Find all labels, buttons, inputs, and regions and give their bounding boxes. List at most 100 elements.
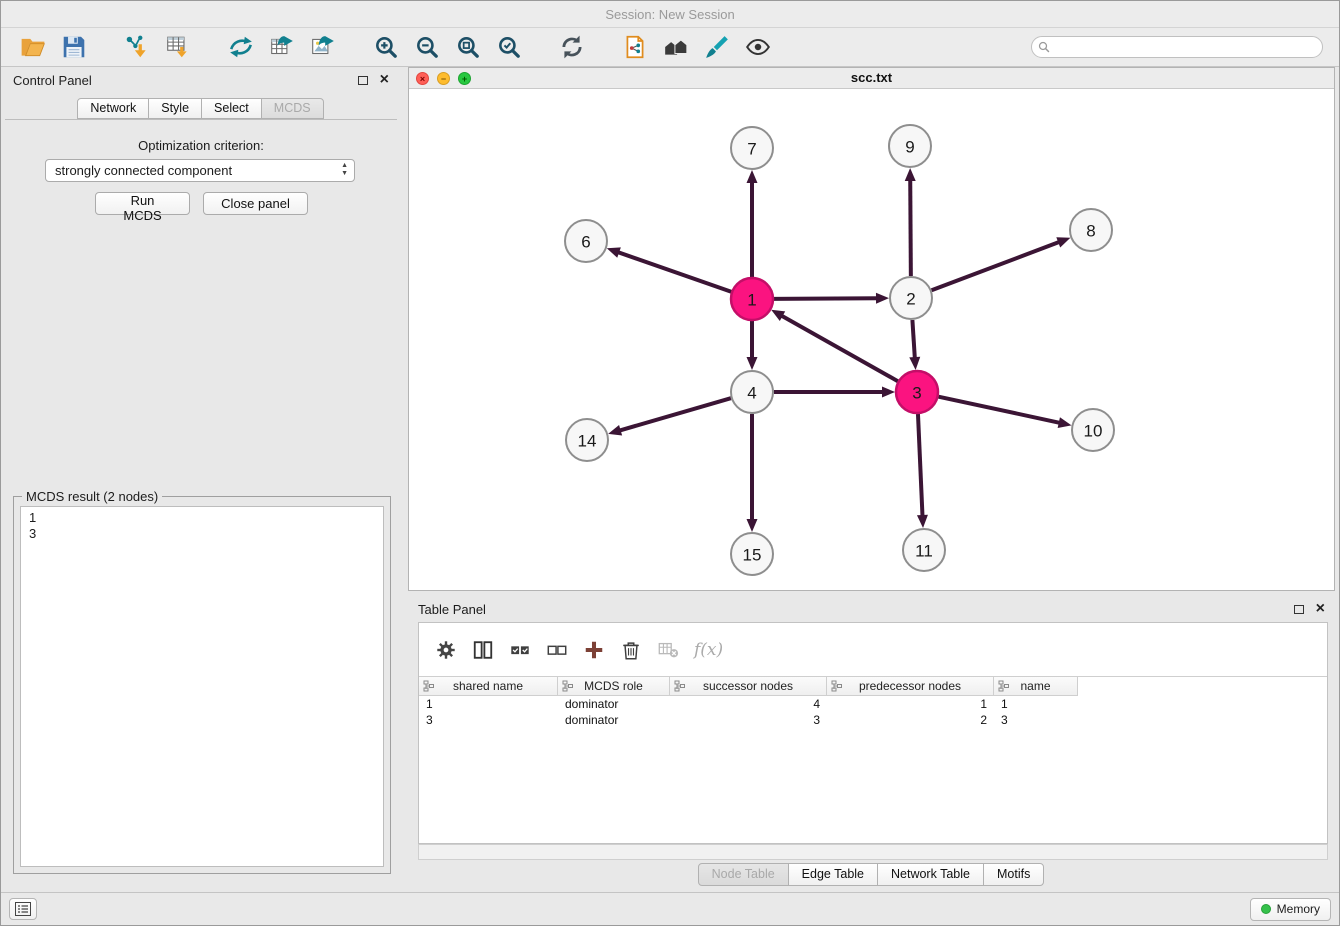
deselect-all-columns-icon[interactable]	[546, 639, 568, 661]
graph-node-10[interactable]: 10	[1072, 409, 1114, 451]
app-window: Session: New Session	[0, 0, 1340, 926]
gear-icon[interactable]	[435, 639, 457, 661]
float-panel-icon[interactable]	[358, 76, 368, 85]
edge-arrowhead-icon	[747, 170, 758, 183]
optimization-criterion-select[interactable]: strongly connected component ▲▼	[45, 159, 355, 182]
table-cell[interactable]: 1	[827, 696, 994, 712]
open-folder-button[interactable]	[17, 32, 49, 62]
graph-edge-3-1[interactable]	[781, 315, 898, 381]
graph-node-7[interactable]: 7	[731, 127, 773, 169]
graph-edge-3-11[interactable]	[918, 414, 923, 517]
tab-style[interactable]: Style	[148, 98, 202, 119]
table-cell[interactable]: 1	[419, 696, 558, 712]
tab-network[interactable]: Network	[77, 98, 149, 119]
export-image-icon	[310, 34, 336, 60]
table-cell[interactable]: dominator	[558, 712, 670, 728]
edge-arrowhead-icon	[876, 293, 889, 304]
network-window-titlebar[interactable]: × − + scc.txt	[409, 68, 1334, 89]
table-horizontal-scrollbar[interactable]	[418, 844, 1328, 860]
graph-edge-1-6[interactable]	[617, 252, 731, 292]
apply-style-button[interactable]	[701, 32, 733, 62]
graph-node-9[interactable]: 9	[889, 125, 931, 167]
close-panel-icon[interactable]: ×	[380, 73, 389, 87]
graph-edge-2-8[interactable]	[932, 242, 1061, 291]
graph-node-11[interactable]: 11	[903, 529, 945, 571]
maximize-window-icon[interactable]: +	[458, 72, 471, 85]
table-row[interactable]: 3dominator323	[419, 712, 1327, 728]
import-table-button[interactable]	[162, 32, 194, 62]
memory-button[interactable]: Memory	[1250, 898, 1331, 921]
tab-node-table[interactable]: Node Table	[698, 863, 789, 886]
add-column-icon[interactable]	[583, 639, 605, 661]
column-header-successor-nodes[interactable]: successor nodes	[670, 677, 827, 696]
table-cell[interactable]: dominator	[558, 696, 670, 712]
graph-node-6[interactable]: 6	[565, 220, 607, 262]
table-cell[interactable]: 2	[827, 712, 994, 728]
memory-label: Memory	[1277, 902, 1320, 916]
table-header-row: shared nameMCDS rolesuccessor nodesprede…	[419, 676, 1327, 696]
graph-edge-2-9[interactable]	[910, 179, 911, 276]
table-cell[interactable]: 4	[670, 696, 827, 712]
tab-edge-table[interactable]: Edge Table	[788, 863, 878, 886]
graph-edge-2-3[interactable]	[912, 320, 914, 359]
tab-select[interactable]: Select	[201, 98, 262, 119]
refresh-button[interactable]	[556, 32, 588, 62]
export-image-button[interactable]	[307, 32, 339, 62]
zoom-selected-button[interactable]	[493, 32, 525, 62]
zoom-out-icon	[414, 34, 440, 60]
tab-motifs[interactable]: Motifs	[983, 863, 1044, 886]
column-header-name[interactable]: name	[994, 677, 1078, 696]
home-button[interactable]	[660, 32, 692, 62]
open-document-button[interactable]	[619, 32, 651, 62]
network-from-selection-button[interactable]	[225, 32, 257, 62]
graph-node-2[interactable]: 2	[890, 277, 932, 319]
graph-node-14[interactable]: 14	[566, 419, 608, 461]
optimization-criterion-value: strongly connected component	[55, 163, 232, 178]
close-window-icon[interactable]: ×	[416, 72, 429, 85]
graph-node-8[interactable]: 8	[1070, 209, 1112, 251]
table-cell[interactable]: 3	[994, 712, 1078, 728]
graph-node-15[interactable]: 15	[731, 533, 773, 575]
column-header-MCDS-role[interactable]: MCDS role	[558, 677, 670, 696]
table-cell[interactable]: 3	[419, 712, 558, 728]
column-header-shared-name[interactable]: shared name	[419, 677, 558, 696]
import-network-button[interactable]	[121, 32, 153, 62]
result-line: 1	[29, 510, 375, 526]
zoom-out-button[interactable]	[411, 32, 443, 62]
tab-network-table[interactable]: Network Table	[877, 863, 984, 886]
svg-text:11: 11	[915, 542, 933, 561]
table-cell[interactable]: 1	[994, 696, 1078, 712]
column-header-predecessor-nodes[interactable]: predecessor nodes	[827, 677, 994, 696]
export-table-button[interactable]	[266, 32, 298, 62]
float-table-panel-icon[interactable]	[1294, 605, 1304, 614]
graph-node-1[interactable]: 1	[731, 278, 773, 320]
graph-node-4[interactable]: 4	[731, 371, 773, 413]
close-table-panel-icon[interactable]: ×	[1316, 602, 1325, 616]
task-history-button[interactable]	[9, 898, 37, 920]
table-row[interactable]: 1dominator411	[419, 696, 1327, 712]
delete-column-icon[interactable]	[620, 639, 642, 661]
show-graphics-details-button[interactable]	[742, 32, 774, 62]
graph-node-3[interactable]: 3	[896, 371, 938, 413]
svg-text:6: 6	[581, 233, 590, 252]
network-from-selection-icon	[228, 34, 254, 60]
show-columns-icon[interactable]	[472, 639, 494, 661]
graph-edge-3-10[interactable]	[939, 397, 1061, 423]
mcds-result-list[interactable]: 1 3	[20, 506, 384, 867]
edge-arrowhead-icon	[917, 515, 928, 528]
search-input[interactable]	[1031, 36, 1323, 58]
network-canvas[interactable]: 7 9 6 8 1 2 4 3 14 10 15 11	[409, 89, 1334, 590]
run-mcds-button[interactable]: Run MCDS	[95, 192, 190, 215]
graph-edge-1-2[interactable]	[774, 298, 878, 299]
close-panel-button[interactable]: Close panel	[203, 192, 308, 215]
column-type-icon	[674, 680, 686, 692]
graph-edge-4-14[interactable]	[619, 398, 731, 431]
delete-table-icon	[657, 639, 679, 661]
zoom-in-button[interactable]	[370, 32, 402, 62]
minimize-window-icon[interactable]: −	[437, 72, 450, 85]
table-cell[interactable]: 3	[670, 712, 827, 728]
save-session-button[interactable]	[58, 32, 90, 62]
zoom-fit-button[interactable]	[452, 32, 484, 62]
tab-mcds[interactable]: MCDS	[261, 98, 324, 119]
select-all-columns-icon[interactable]	[509, 639, 531, 661]
